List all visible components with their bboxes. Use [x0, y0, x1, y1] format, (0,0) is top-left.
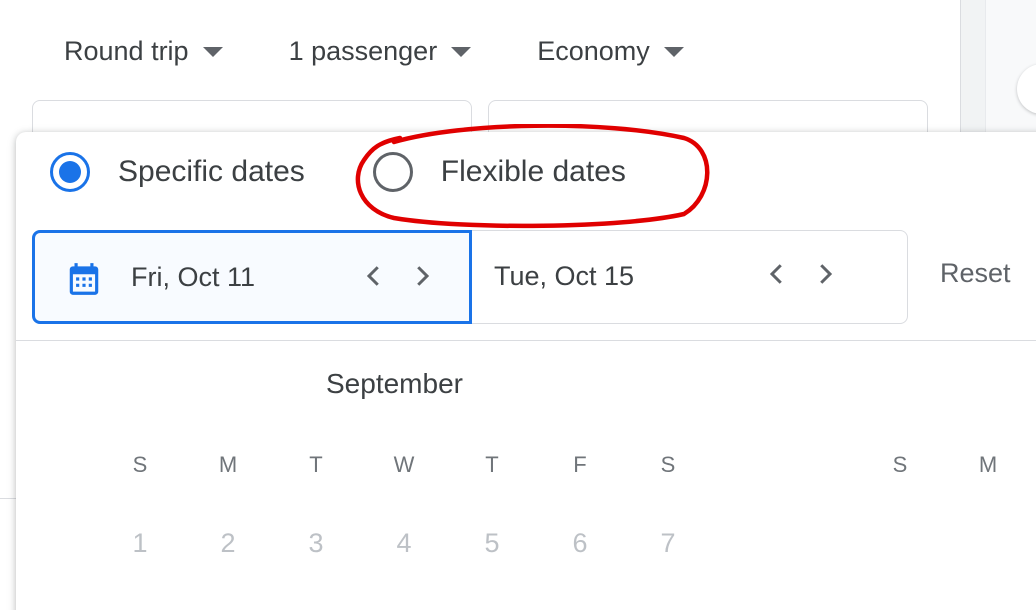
reset-button[interactable]: Reset — [940, 258, 1011, 289]
specific-dates-label: Specific dates — [118, 155, 305, 188]
calendar-day: 3 — [308, 528, 324, 558]
trip-type-label: Round trip — [64, 36, 189, 66]
cabin-class-dropdown[interactable]: Economy — [537, 36, 684, 67]
weekday-label: T — [309, 452, 323, 477]
calendar-day: 5 — [484, 528, 500, 558]
specific-dates-option[interactable]: Specific dates — [50, 152, 305, 192]
chevron-left-icon[interactable] — [359, 261, 389, 291]
flight-search-screen: Round trip 1 passenger Economy Specific … — [0, 0, 1036, 610]
weekday-label: W — [393, 452, 415, 477]
passengers-dropdown[interactable]: 1 passenger — [289, 36, 472, 67]
calendar-day: 7 — [660, 528, 676, 558]
calendar-day: 1 — [132, 528, 148, 558]
specific-dates-radio[interactable] — [50, 152, 90, 192]
calendar-icon — [69, 263, 99, 295]
weekday-label: S — [892, 452, 908, 477]
weekday-header: S M T W T F S S M — [16, 452, 1036, 482]
trip-options-bar: Round trip 1 passenger Economy — [64, 36, 684, 67]
divider — [0, 498, 16, 499]
calendar-day: 4 — [396, 528, 412, 558]
chevron-left-icon[interactable] — [762, 259, 792, 289]
flexible-dates-option[interactable]: Flexible dates — [372, 152, 626, 192]
calendar-day: 6 — [572, 528, 588, 558]
flexible-dates-radio[interactable] — [372, 152, 413, 192]
date-mode-selector: Specific dates Flexible dates — [50, 152, 626, 192]
weekday-label: M — [218, 452, 238, 477]
weekday-label: F — [573, 452, 587, 477]
chevron-right-icon[interactable] — [407, 261, 437, 291]
calendar-month-title: September — [326, 368, 463, 399]
date-fields-row: Fri, Oct 11 Tue, Oct 15 — [32, 230, 908, 326]
chevron-right-icon[interactable] — [810, 259, 840, 289]
weekday-label: S — [660, 452, 676, 477]
flexible-dates-label: Flexible dates — [440, 155, 626, 188]
caret-down-icon — [663, 46, 684, 57]
calendar-week-row: 1 2 3 4 5 6 7 — [16, 528, 1036, 562]
departure-date-value: Fri, Oct 11 — [131, 262, 256, 292]
trip-type-dropdown[interactable]: Round trip — [64, 36, 223, 67]
weekday-label: T — [485, 452, 499, 477]
departure-date-field[interactable]: Fri, Oct 11 — [32, 230, 472, 324]
weekday-label: S — [132, 452, 148, 477]
date-picker-popup: Specific dates Flexible dates Fri, Oct 1… — [16, 132, 1036, 610]
calendar-day: 2 — [220, 528, 236, 558]
passengers-label: 1 passenger — [288, 36, 438, 66]
divider — [16, 340, 1036, 341]
weekday-label: M — [978, 452, 998, 477]
cabin-class-label: Economy — [537, 36, 650, 66]
return-date-field[interactable]: Tue, Oct 15 — [468, 230, 908, 324]
caret-down-icon — [451, 46, 472, 57]
return-date-value: Tue, Oct 15 — [494, 261, 635, 291]
caret-down-icon — [202, 46, 223, 57]
